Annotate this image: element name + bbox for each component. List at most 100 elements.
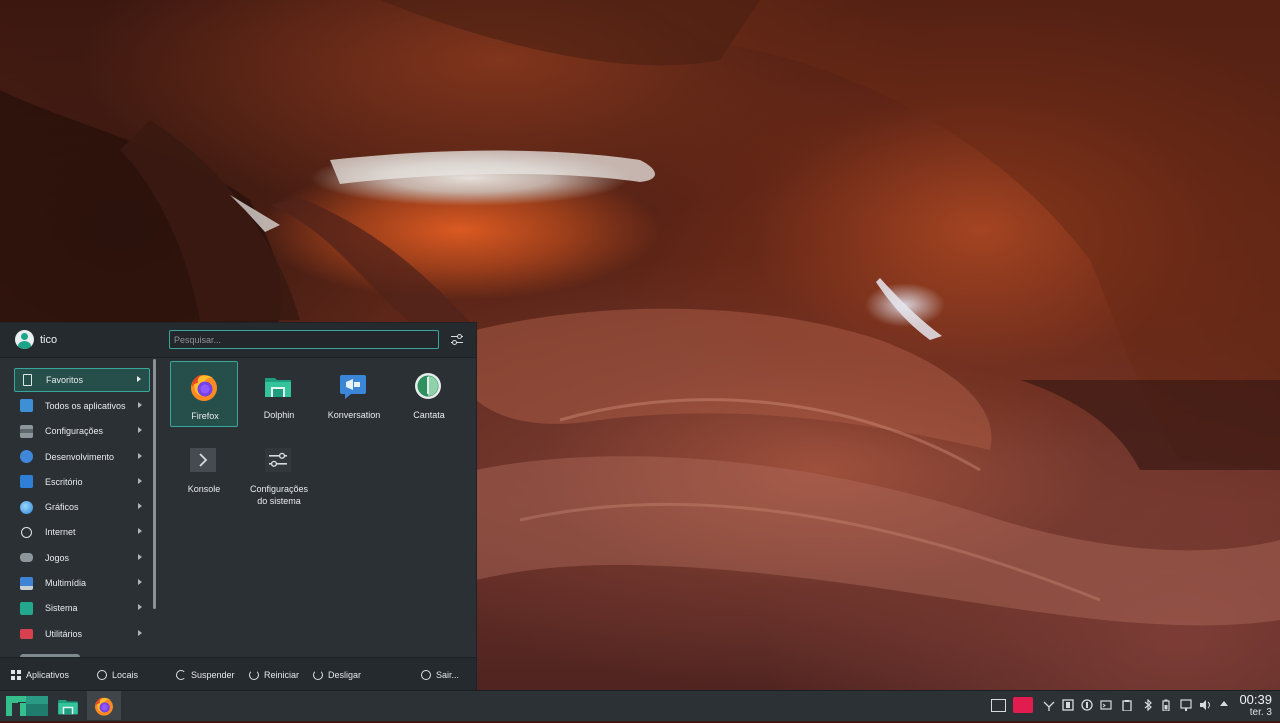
category-multimidia[interactable]: Multimídia (14, 570, 150, 595)
gamepad-icon (20, 553, 33, 563)
tray-expand-icon[interactable] (1220, 701, 1228, 706)
app-label: Cantata (413, 410, 445, 420)
launcher-footer: Aplicativos Locais Suspender Reiniciar D… (0, 657, 476, 692)
battery-icon[interactable] (1160, 699, 1172, 712)
digital-clock[interactable]: 00:39 ter. 3 (1239, 692, 1272, 719)
search-input[interactable] (169, 330, 439, 349)
taskbar-firefox[interactable] (87, 691, 121, 720)
category-label: Jogos (45, 552, 70, 563)
taskbar: 00:39 ter. 3 (0, 690, 1280, 721)
chevron-right-icon (138, 477, 142, 484)
vault-icon[interactable] (1062, 699, 1074, 711)
chevron-right-icon (138, 553, 142, 560)
logout-icon (421, 670, 431, 680)
chevron-right-icon (138, 528, 142, 535)
chevron-right-icon (138, 503, 142, 510)
system-icon (20, 601, 33, 615)
app-konversation[interactable]: Konversation (320, 361, 388, 427)
show-desktop-icon[interactable] (991, 699, 1006, 712)
app-label: Konversation (327, 410, 381, 420)
system-settings-icon (265, 448, 291, 472)
clock-time: 00:39 (1239, 692, 1272, 707)
app-dolphin[interactable]: Dolphin (245, 361, 313, 427)
user-avatar[interactable] (15, 330, 34, 349)
category-label: Escritório (45, 476, 83, 487)
category-label: Multimídia (45, 578, 87, 589)
app-configuracoes-do-sistema[interactable]: Configurações do sistema (244, 435, 314, 506)
category-label: Internet (45, 527, 76, 538)
suspend-icon (176, 670, 186, 680)
taskbar-dolphin[interactable] (55, 693, 81, 719)
clock-date: ter. 3 (1249, 707, 1272, 718)
software-update-icon[interactable] (1013, 697, 1033, 713)
category-label: Favoritos (46, 375, 84, 385)
logout-label: Sair... (436, 670, 460, 680)
suspend-label: Suspender (191, 670, 235, 680)
category-list: Favoritos Todos os aplicativos Configura… (14, 368, 150, 646)
category-label: Utilitários (45, 628, 83, 639)
chevron-right-icon (138, 401, 142, 408)
configure-launcher-button[interactable] (449, 331, 466, 348)
dolphin-folder-icon (265, 378, 291, 397)
app-label: Configurações do sistema (249, 484, 309, 506)
launcher-header: tico (0, 323, 476, 358)
app-konsole[interactable]: Konsole (170, 435, 238, 501)
bluetooth-icon[interactable] (1142, 698, 1154, 712)
network-tool-icon[interactable] (1043, 699, 1055, 711)
restart-label: Reiniciar (264, 670, 300, 680)
power-icon (313, 670, 323, 680)
category-label: Gráficos (45, 502, 79, 513)
category-scrollbar[interactable] (153, 359, 156, 609)
globe-icon (21, 526, 32, 538)
category-jogos[interactable]: Jogos (14, 545, 150, 570)
category-sistema[interactable]: Sistema (14, 596, 150, 621)
category-configuracoes[interactable]: Configurações (14, 419, 150, 444)
category-todos-os-aplicativos[interactable]: Todos os aplicativos (14, 393, 150, 418)
category-label: Configurações (45, 426, 104, 437)
category-label: Todos os aplicativos (45, 400, 126, 411)
category-utilitarios[interactable]: Utilitários (14, 621, 150, 646)
category-internet[interactable]: Internet (14, 520, 150, 545)
suspend-button[interactable]: Suspender (176, 658, 235, 692)
app-firefox[interactable]: Firefox (170, 361, 238, 427)
bookmark-icon (23, 374, 32, 386)
firefox-icon (95, 697, 113, 716)
category-escritorio[interactable]: Escritório (14, 469, 150, 494)
logout-button[interactable]: Sair... (421, 658, 459, 692)
chevron-right-icon (138, 604, 142, 611)
restart-button[interactable]: Reiniciar (249, 658, 299, 692)
chevron-right-icon (138, 629, 142, 636)
app-cantata[interactable]: Cantata (395, 361, 463, 427)
app-label: Konsole (187, 484, 221, 494)
places-tab[interactable]: Locais (97, 658, 138, 692)
chevron-right-icon (138, 427, 142, 434)
toolbox-icon (20, 628, 33, 639)
category-graficos[interactable]: Gráficos (14, 494, 150, 519)
development-icon (20, 450, 33, 464)
chevron-right-icon (138, 579, 142, 586)
volume-icon[interactable] (1199, 699, 1211, 711)
konversation-icon (340, 375, 366, 399)
terminal-tray-icon[interactable] (1100, 699, 1112, 711)
compass-icon (97, 670, 107, 680)
cantata-icon (415, 373, 441, 399)
network-wired-icon[interactable] (1180, 699, 1192, 711)
dolphin-folder-icon (58, 700, 78, 715)
graphics-icon (20, 500, 33, 514)
category-desenvolvimento[interactable]: Desenvolvimento (14, 444, 150, 469)
category-favoritos[interactable]: Favoritos (14, 368, 150, 392)
konsole-icon (190, 448, 216, 472)
manjaro-logo-icon (6, 696, 26, 716)
clipboard-icon[interactable] (1121, 699, 1133, 712)
chevron-right-icon (137, 376, 141, 382)
chevron-right-icon (138, 452, 142, 459)
applications-tab-label: Aplicativos (26, 670, 70, 680)
klipper-icon[interactable] (1081, 699, 1093, 711)
restart-icon (249, 670, 259, 680)
shutdown-button[interactable]: Desligar (313, 658, 361, 692)
desktop-pager[interactable] (26, 693, 52, 719)
firefox-icon (191, 375, 217, 401)
applications-tab[interactable]: Aplicativos (11, 658, 69, 692)
settings-icon (20, 424, 33, 438)
app-label: Firefox (191, 411, 219, 421)
